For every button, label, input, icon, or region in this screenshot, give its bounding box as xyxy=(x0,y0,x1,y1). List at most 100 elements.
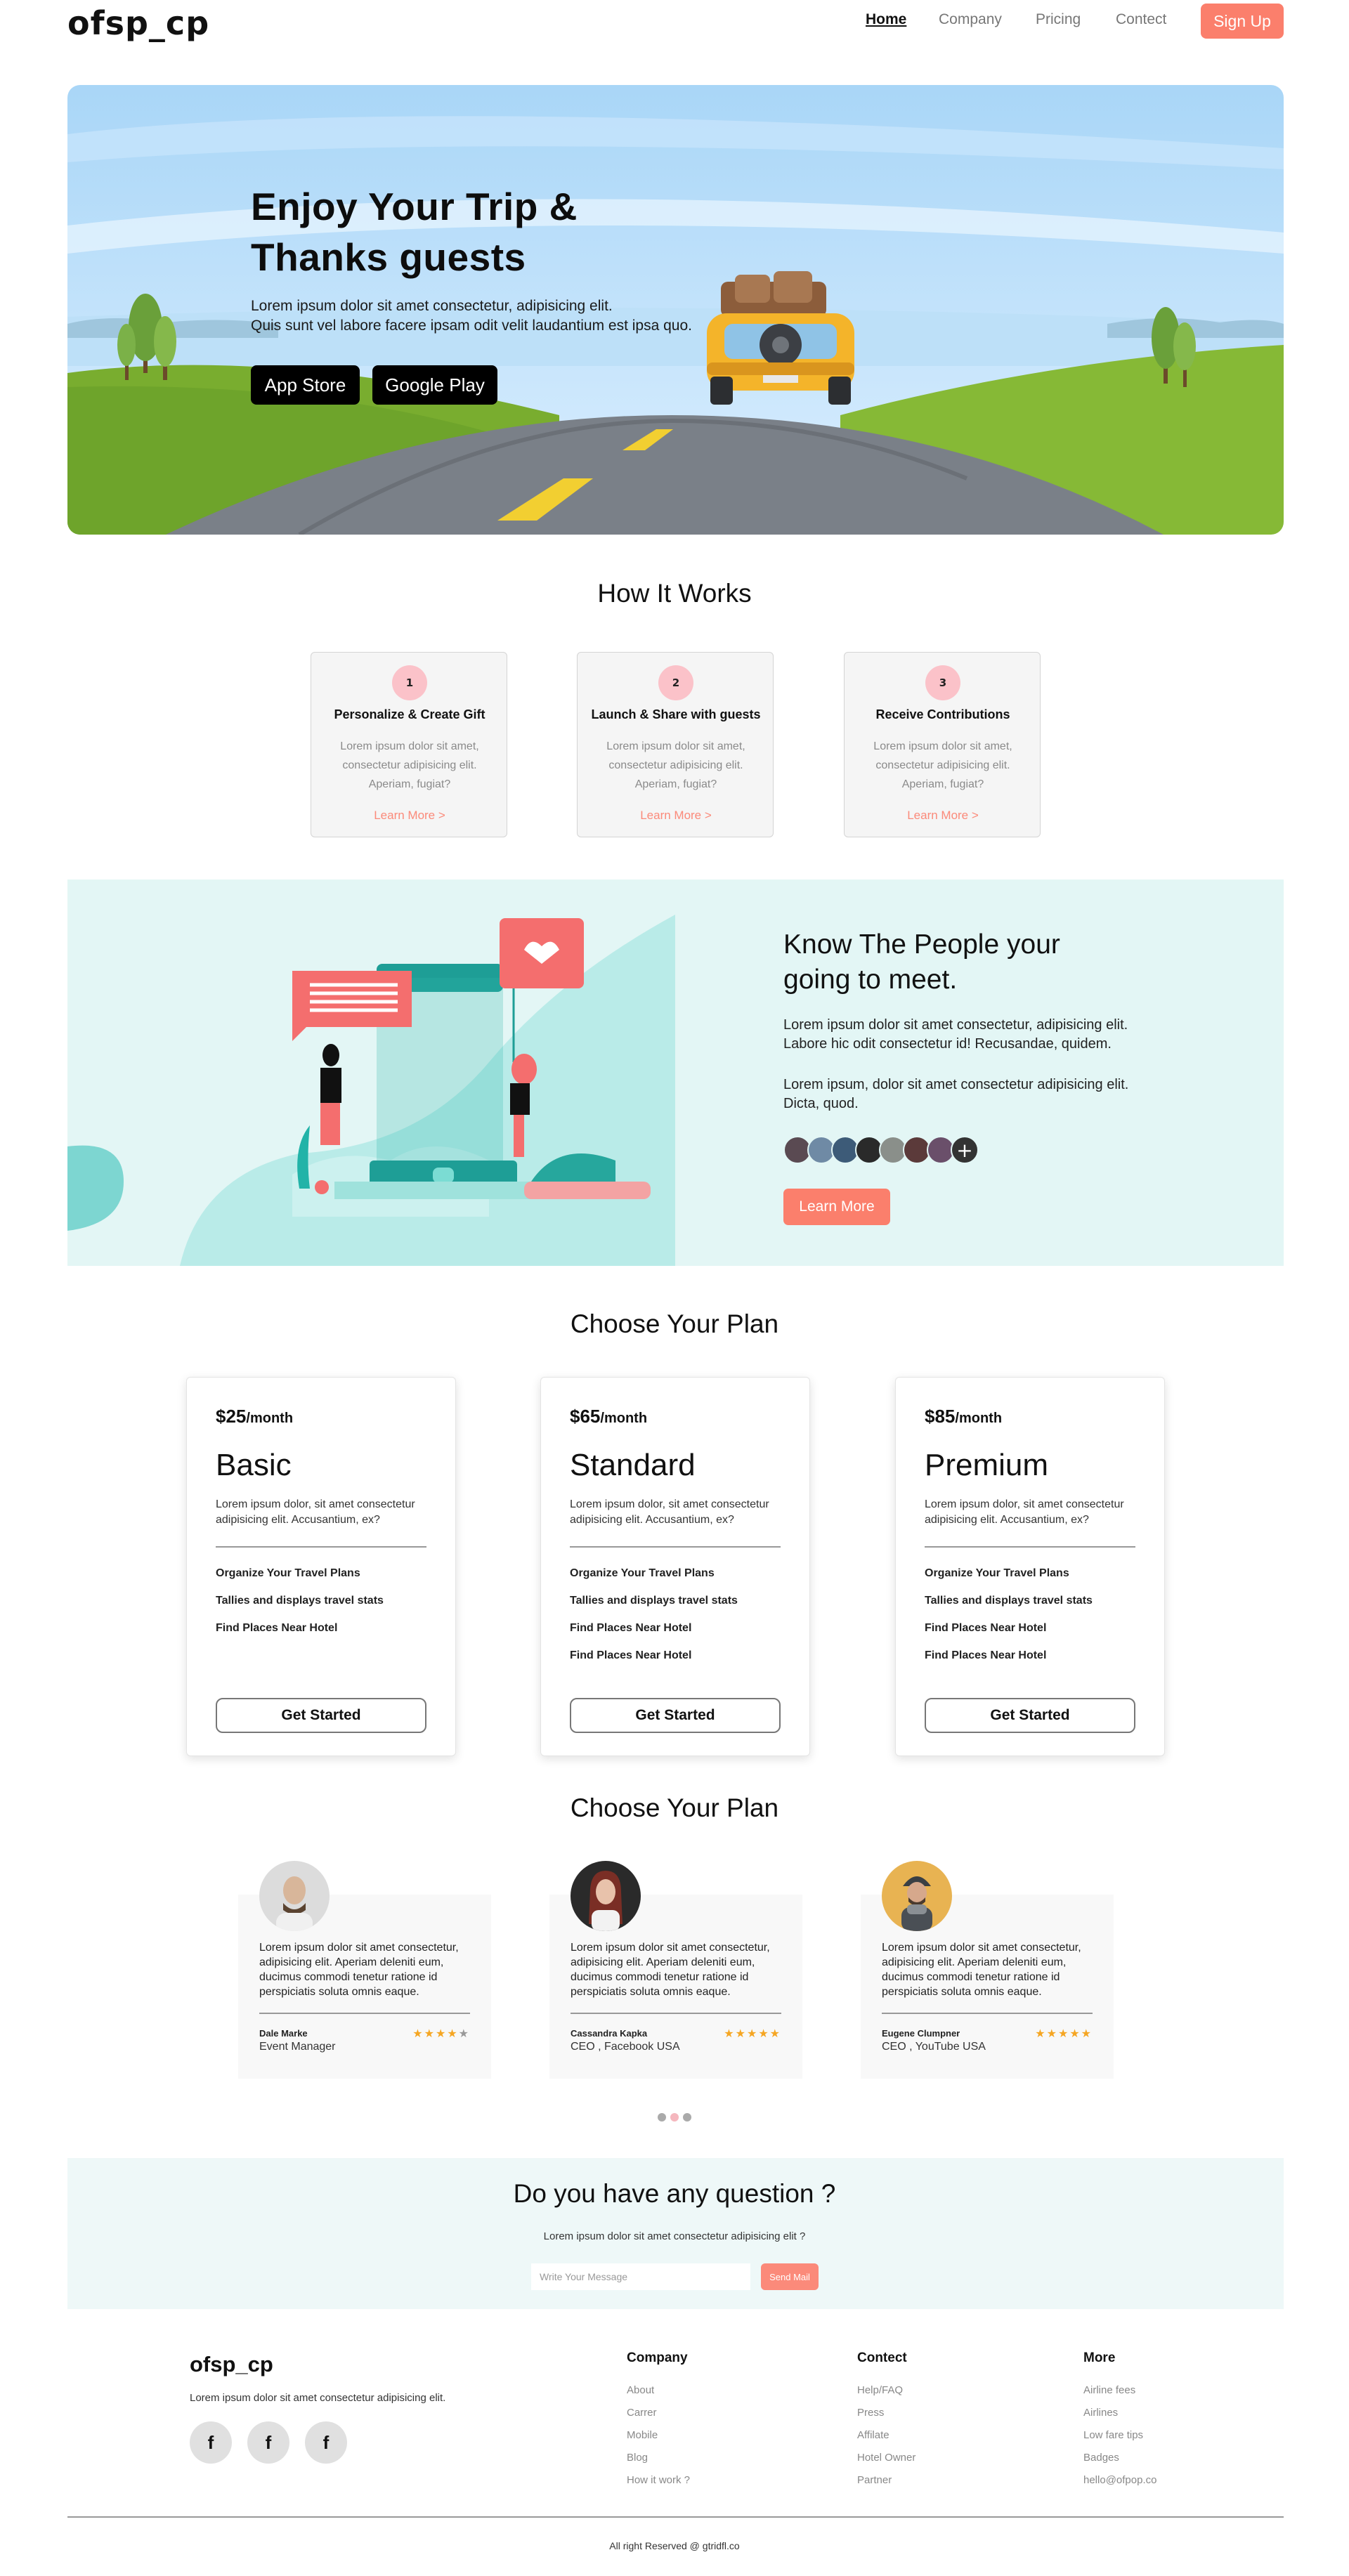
hero-text-line2: Quis sunt vel labore facere ipsam odit v… xyxy=(251,318,693,334)
signup-button[interactable]: Sign Up xyxy=(1201,4,1284,39)
plan-period: /month xyxy=(955,1411,1003,1426)
get-started-button[interactable]: Get Started xyxy=(570,1698,781,1733)
step-number: 1 xyxy=(392,665,427,700)
footer-column-title: Contect xyxy=(857,2351,907,2365)
footer-logo[interactable]: ofsp_cp xyxy=(190,2352,273,2377)
get-started-button[interactable]: Get Started xyxy=(925,1698,1135,1733)
plan-feature: Find Places Near Hotel xyxy=(570,1649,692,1661)
plan-feature: Organize Your Travel Plans xyxy=(925,1567,1069,1579)
plan-name: Standard xyxy=(570,1448,696,1482)
carousel-dot[interactable] xyxy=(683,2113,691,2121)
star-icon: ★ xyxy=(758,2027,770,2040)
plans-title: Choose Your Plan xyxy=(570,1309,779,1338)
footer-column-title: Company xyxy=(627,2351,688,2365)
step-number: 2 xyxy=(658,665,693,700)
get-started-button[interactable]: Get Started xyxy=(216,1698,426,1733)
star-icon: ★ xyxy=(447,2027,459,2040)
plan-feature: Find Places Near Hotel xyxy=(216,1622,338,1634)
star-icon: ★ xyxy=(769,2027,781,2040)
brand-logo[interactable]: ofsp_cp xyxy=(67,4,209,42)
star-icon: ★ xyxy=(1035,2027,1047,2040)
step-learn-more-link[interactable]: Learn More > xyxy=(311,809,508,823)
step-number: 3 xyxy=(925,665,960,700)
avatar xyxy=(571,1861,641,1931)
star-icon: ★ xyxy=(1057,2027,1070,2040)
plan-feature: Find Places Near Hotel xyxy=(570,1622,692,1634)
footer-link[interactable]: Carrer xyxy=(627,2407,657,2419)
testimonial-card: Lorem ipsum dolor sit amet consectetur, … xyxy=(861,1861,1114,2079)
testimonial-card: Lorem ipsum dolor sit amet consectetur, … xyxy=(549,1861,802,2079)
facebook-icon[interactable]: f xyxy=(190,2421,232,2464)
plan-period: /month xyxy=(246,1411,294,1426)
star-icon: ★ xyxy=(746,2027,759,2040)
app-store-button[interactable]: App Store xyxy=(251,365,360,405)
star-rating: ★★★★★ xyxy=(412,2027,470,2040)
nav-pricing[interactable]: Pricing xyxy=(1036,11,1081,28)
avatar xyxy=(882,1861,952,1931)
footer-link[interactable]: Airlines xyxy=(1083,2407,1118,2419)
footer-link[interactable]: Mobile xyxy=(627,2429,658,2441)
hero-title-line2: Thanks guests xyxy=(251,235,526,279)
nav-home[interactable]: Home xyxy=(866,11,906,28)
testimonial-name: Dale Marke xyxy=(259,2028,308,2039)
footer-link[interactable]: hello@ofpop.co xyxy=(1083,2474,1156,2486)
star-icon: ★ xyxy=(435,2027,448,2040)
footer-link[interactable]: Airline fees xyxy=(1083,2384,1135,2396)
plan-feature: Tallies and displays travel stats xyxy=(925,1595,1093,1607)
send-mail-button[interactable]: Send Mail xyxy=(761,2263,819,2290)
hero-description: Lorem ipsum dolor sit amet consectetur, … xyxy=(251,296,692,336)
footer-divider xyxy=(67,2516,1284,2518)
nav-contect[interactable]: Contect xyxy=(1116,11,1166,28)
people-title-line1: Know The People your xyxy=(783,929,1060,960)
people-section xyxy=(67,880,1284,1266)
facebook-icon[interactable]: f xyxy=(247,2421,289,2464)
step-text: Lorem ipsum dolor sit amet, consectetur … xyxy=(340,740,479,790)
carousel-dot[interactable] xyxy=(670,2113,679,2121)
avatar xyxy=(259,1861,330,1931)
footer-link[interactable]: Help/FAQ xyxy=(857,2384,903,2396)
footer-link[interactable]: Low fare tips xyxy=(1083,2429,1143,2441)
carousel-dot[interactable] xyxy=(658,2113,666,2121)
plan-price: $25/month xyxy=(216,1406,294,1427)
step-learn-more-link[interactable]: Learn More > xyxy=(845,809,1041,823)
hero-title: Enjoy Your Trip & Thanks guests xyxy=(251,181,578,282)
step-learn-more-link[interactable]: Learn More > xyxy=(578,809,774,823)
testimonial-role: CEO , Facebook USA xyxy=(571,2041,680,2053)
step-card: 1 Personalize & Create Gift Lorem ipsum … xyxy=(311,652,507,837)
plan-feature: Organize Your Travel Plans xyxy=(216,1567,360,1579)
footer-link[interactable]: Badges xyxy=(1083,2452,1119,2464)
step-text: Lorem ipsum dolor sit amet, consectetur … xyxy=(873,740,1012,790)
people-paragraph: Lorem ipsum, dolor sit amet consectetur … xyxy=(783,1077,1129,1111)
star-icon: ★ xyxy=(724,2027,736,2040)
step-title: Receive Contributions xyxy=(875,707,1010,721)
footer-link[interactable]: Hotel Owner xyxy=(857,2452,915,2464)
plan-divider xyxy=(570,1546,781,1548)
message-input[interactable] xyxy=(531,2263,750,2290)
footer-link[interactable]: Partner xyxy=(857,2474,892,2486)
learn-more-button[interactable]: Learn More xyxy=(783,1189,890,1225)
star-icon: ★ xyxy=(424,2027,436,2040)
footer-link[interactable]: Affilate xyxy=(857,2429,889,2441)
add-member-icon[interactable]: + xyxy=(951,1136,979,1164)
question-subtitle: Lorem ipsum dolor sit amet consectetur a… xyxy=(543,2230,806,2242)
footer-link[interactable]: How it work ? xyxy=(627,2474,690,2486)
footer-link[interactable]: Press xyxy=(857,2407,884,2419)
footer-link[interactable]: About xyxy=(627,2384,654,2396)
nav-company[interactable]: Company xyxy=(939,11,1002,28)
plan-card-basic: $25/month Basic Lorem ipsum dolor, sit a… xyxy=(186,1377,456,1756)
plan-feature: Organize Your Travel Plans xyxy=(570,1567,715,1579)
step-card: 3 Receive Contributions Lorem ipsum dolo… xyxy=(844,652,1041,837)
people-chat-illustration xyxy=(67,915,675,1266)
facebook-icon[interactable]: f xyxy=(305,2421,347,2464)
testimonial-text: Lorem ipsum dolor sit amet consectetur, … xyxy=(259,1942,459,1998)
plan-divider xyxy=(216,1546,426,1548)
plan-name: Basic xyxy=(216,1448,292,1482)
star-icon: ★ xyxy=(1046,2027,1058,2040)
how-it-works-title: How It Works xyxy=(597,579,752,608)
hero-text-line1: Lorem ipsum dolor sit amet consectetur, … xyxy=(251,298,613,314)
footer-column-title: More xyxy=(1083,2351,1116,2365)
footer-link[interactable]: Blog xyxy=(627,2452,648,2464)
google-play-button[interactable]: Google Play xyxy=(372,365,497,405)
testimonial-card: Lorem ipsum dolor sit amet consectetur, … xyxy=(238,1861,491,2079)
plan-feature: Tallies and displays travel stats xyxy=(216,1595,384,1607)
